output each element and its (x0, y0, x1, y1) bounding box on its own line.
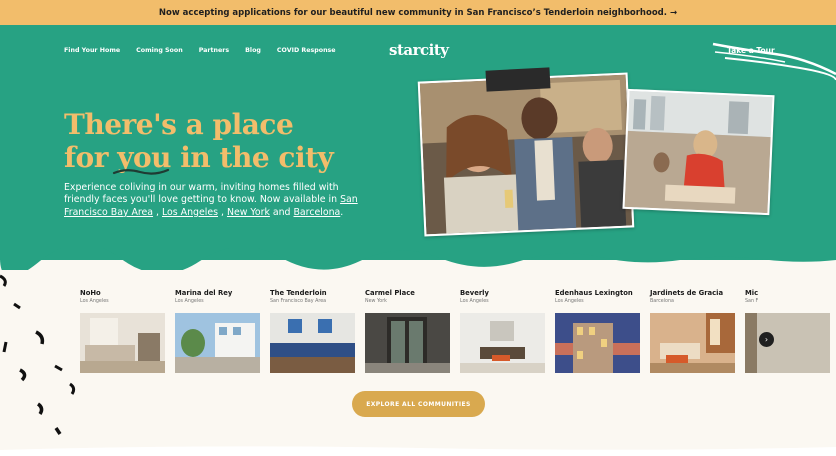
community-card[interactable]: Edenhaus Lexington Los Angeles (555, 288, 640, 373)
community-card[interactable]: Beverly Los Angeles (460, 288, 545, 373)
headline-line-2: for you in the city (64, 141, 334, 174)
decorative-brush-marks (0, 274, 76, 435)
starcity-logo[interactable]: starcity (389, 41, 449, 59)
community-photo (650, 313, 735, 373)
main-nav: Find Your Home Coming Soon Partners Blog… (64, 47, 336, 54)
community-photo (80, 313, 165, 373)
nav-find-your-home[interactable]: Find Your Home (64, 47, 120, 54)
hero-torn-edge (0, 248, 836, 270)
headline-line-1: There's a place (64, 108, 294, 141)
community-photo (745, 313, 830, 373)
take-a-tour-link[interactable]: Take a Tour (727, 46, 775, 55)
community-card[interactable]: The Tenderloin San Francisco Bay Area (270, 288, 355, 373)
community-photo (365, 313, 450, 373)
communities-carousel: NoHo Los Angeles Marina del Rey Los Ange… (80, 288, 836, 378)
nav-partners[interactable]: Partners (199, 47, 229, 54)
city-link-la[interactable]: Los Angeles (162, 207, 218, 218)
you-underline-squiggle (112, 168, 170, 175)
carousel-next-button[interactable]: › (759, 332, 774, 347)
community-card[interactable]: Mic San F (745, 288, 830, 373)
city-link-barcelona[interactable]: Barcelona (294, 207, 341, 218)
city-link-ny[interactable]: New York (227, 207, 270, 218)
hero-headline: There's a place for you in the city (64, 108, 334, 174)
chevron-right-icon: › (764, 334, 769, 344)
hero-photo-party (417, 72, 635, 237)
community-photo (555, 313, 640, 373)
nav-covid-response[interactable]: COVID Response (277, 47, 336, 54)
community-card[interactable]: Carmel Place New York (365, 288, 450, 373)
explore-all-communities-button[interactable]: EXPLORE ALL COMMUNITIES (352, 391, 485, 417)
footer-wave (0, 446, 836, 456)
hero-photo-rooftop (622, 88, 775, 216)
nav-blog[interactable]: Blog (245, 47, 261, 54)
announcement-text[interactable]: Now accepting applications for our beaut… (159, 8, 677, 18)
community-photo (460, 313, 545, 373)
photo-tape (485, 67, 551, 92)
hero-subtitle: Experience coliving in our warm, invitin… (64, 182, 358, 218)
community-card[interactable]: Jardinets de Gracia Barcelona (650, 288, 735, 373)
community-photo (270, 313, 355, 373)
community-photo (175, 313, 260, 373)
announcement-banner[interactable]: Now accepting applications for our beaut… (0, 0, 836, 25)
community-card[interactable]: Marina del Rey Los Angeles (175, 288, 260, 373)
community-card[interactable]: NoHo Los Angeles (80, 288, 165, 373)
nav-coming-soon[interactable]: Coming Soon (136, 47, 183, 54)
